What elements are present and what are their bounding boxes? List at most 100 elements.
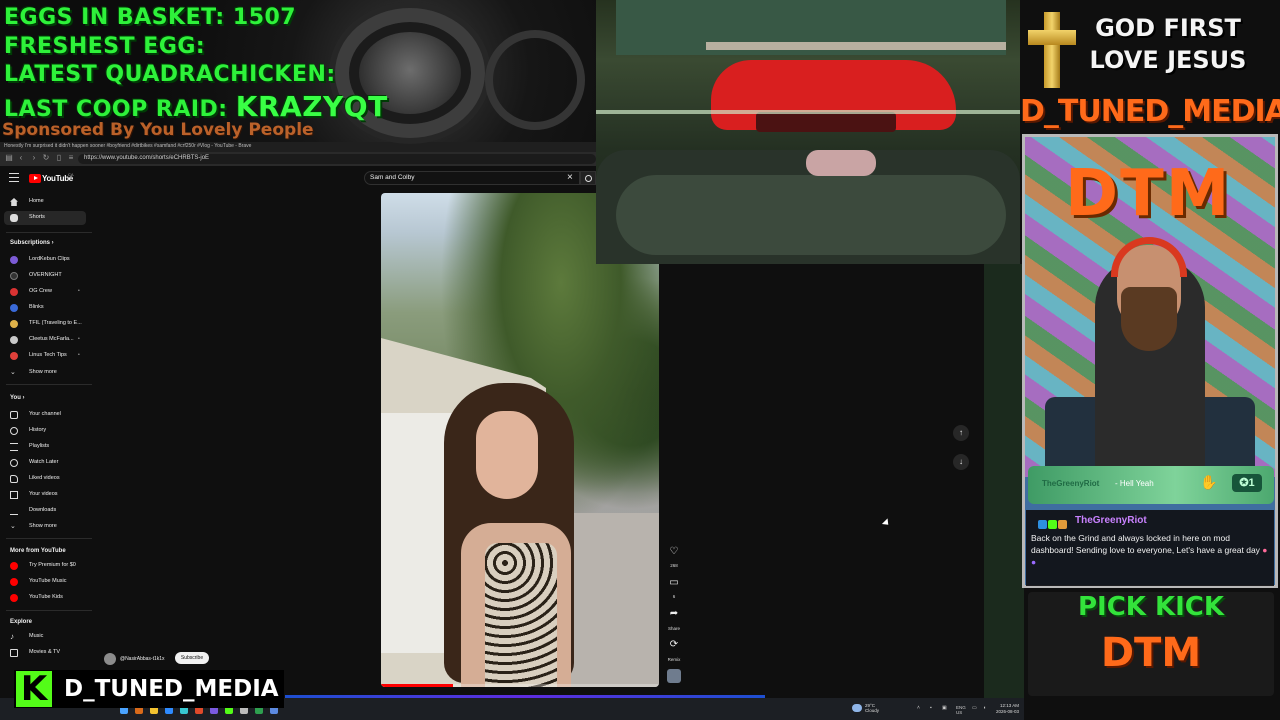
youtube-premium-icon: [10, 562, 18, 570]
sidebar-item-music-explore[interactable]: ♪ Music: [0, 630, 92, 644]
previous-short-button[interactable]: ↑: [953, 425, 969, 441]
sidebar-item-music[interactable]: YouTube Music: [0, 575, 92, 589]
led-strip: [596, 110, 1020, 114]
reload-icon[interactable]: ↻: [41, 153, 51, 162]
last-coop-raid: LAST COOP RAID: KRAZYQT: [4, 90, 388, 123]
pick-kick-text: PICK KICK: [1077, 592, 1225, 622]
sidebar-item-label: Music: [29, 633, 44, 639]
volume-icon[interactable]: ◖: [983, 705, 986, 711]
sidebar-item-label: Blinks: [29, 304, 44, 310]
subscriptions-show-more[interactable]: ⌄ Show more: [0, 366, 92, 380]
subscribe-button[interactable]: Subscribe: [175, 652, 209, 664]
sidebar-item-subscription[interactable]: LordKebun Clips: [0, 253, 92, 267]
share-icon[interactable]: ➦: [668, 608, 680, 620]
network-icon[interactable]: ▭: [972, 705, 977, 711]
sidebar-toggle-icon[interactable]: ▤: [4, 153, 14, 162]
bookmark-icon[interactable]: ▯: [54, 153, 64, 162]
channel-avatar: [10, 352, 18, 360]
remix-label: Remix: [667, 657, 681, 662]
you-header[interactable]: You ›: [10, 395, 25, 401]
alert-username: TheGreenyRiot: [1042, 479, 1100, 488]
sidebar-item-subscription[interactable]: Blinks: [0, 301, 92, 315]
channel-name[interactable]: @NasirAbbas-t1k1x: [120, 656, 165, 662]
sidebar-item-label: Your channel: [29, 411, 61, 417]
chevron-down-icon: ⌄: [10, 369, 16, 376]
comment-count: 6: [672, 594, 676, 599]
sidebar-item-your-channel[interactable]: Your channel: [0, 408, 92, 422]
url-text[interactable]: https://www.youtube.com/shorts/eCHRBTS-j…: [84, 155, 209, 161]
menu-icon[interactable]: [9, 173, 19, 182]
sidebar-item-label: Movies & TV: [29, 649, 61, 655]
back-icon[interactable]: ‹: [16, 153, 26, 162]
video-progress-bar[interactable]: [381, 684, 659, 687]
sound-avatar[interactable]: [667, 669, 681, 683]
webcam-sign: DTM: [1065, 157, 1232, 231]
speaker-graphic: [485, 30, 585, 130]
tray-app-icon[interactable]: ▪: [930, 705, 932, 711]
sidebar-item-playlists[interactable]: Playlists: [0, 440, 92, 454]
sidebar-item-history[interactable]: History: [0, 424, 92, 438]
sidebar-item-shorts[interactable]: Shorts: [4, 211, 86, 225]
like-icon[interactable]: ♡: [668, 546, 680, 558]
sidebar-item-subscription[interactable]: TFIL (Traveling to E...: [0, 317, 92, 331]
sidebar-item-watch-later[interactable]: Watch Later: [0, 456, 92, 470]
sidebar-item-label: Show more: [29, 369, 57, 375]
search-query[interactable]: Sam and Colby: [370, 174, 414, 181]
chat-message: Back on the Grind and always locked in h…: [1031, 533, 1268, 567]
sidebar-item-label: YouTube Kids: [29, 594, 63, 600]
language-indicator[interactable]: ENG US: [956, 705, 966, 715]
film-icon: [10, 649, 18, 657]
like-count: 268: [670, 563, 678, 568]
weather-widget[interactable]: 29°C Cloudy: [865, 703, 879, 713]
sidebar-item-subscription[interactable]: OVERNIGHT: [0, 269, 92, 283]
playlist-icon: [10, 443, 18, 451]
sidebar-item-downloads[interactable]: Downloads: [0, 504, 92, 518]
next-short-button[interactable]: ↓: [953, 454, 969, 470]
room-shelf-board: [706, 42, 1006, 50]
taskbar-glow: [285, 695, 765, 698]
sidebar-item-subscription[interactable]: Cleetus McFarla... •: [0, 333, 92, 347]
browser-tab-title[interactable]: Honestly I'm surprised it didn't happen …: [4, 143, 251, 149]
latest-quadrachicken: LATEST QUADRACHICKEN:: [4, 62, 336, 87]
explore-header: Explore: [10, 619, 33, 625]
verified-badge-icon: [1048, 520, 1057, 529]
new-content-dot: •: [78, 288, 80, 294]
tray-app-icon[interactable]: ▣: [942, 705, 947, 711]
more-from-youtube-header: More from YouTube: [10, 548, 66, 554]
channel-icon: [10, 411, 18, 419]
tray-chevron-icon[interactable]: ˄: [917, 705, 920, 711]
sidebar-item-premium[interactable]: Try Premium for $0: [0, 559, 92, 573]
alert-message: - Hell Yeah: [1115, 479, 1154, 488]
sidebar-item-kids[interactable]: YouTube Kids: [0, 591, 92, 605]
sidebar-item-label: Downloads: [29, 507, 57, 513]
video-frame-person-face: [476, 411, 538, 499]
subscriptions-header[interactable]: Subscriptions ›: [10, 240, 54, 246]
sidebar-item-home[interactable]: Home: [0, 195, 92, 209]
sidebar-item-label: OG Crew: [29, 288, 52, 294]
remix-icon[interactable]: ⟳: [668, 639, 680, 651]
youtube-kids-icon: [10, 594, 18, 602]
weather-icon[interactable]: [852, 704, 862, 712]
you-show-more[interactable]: ⌄ Show more: [0, 520, 92, 534]
blanket: [616, 175, 1006, 255]
site-settings-icon[interactable]: ≡: [66, 153, 76, 162]
sidebar-item-subscription[interactable]: Linus Tech Tips •: [0, 349, 92, 363]
sidebar-item-your-videos[interactable]: Your videos: [0, 488, 92, 502]
channel-avatar[interactable]: [104, 653, 116, 665]
youtube-logo-icon[interactable]: [29, 174, 41, 183]
chat-username: TheGreenyRiot: [1075, 515, 1147, 526]
streamer-beard: [1121, 287, 1177, 351]
sidebar-item-movies[interactable]: Movies & TV: [0, 646, 92, 660]
taskbar-clock[interactable]: 12:13 AM 2026-08-03: [996, 703, 1019, 714]
forward-icon[interactable]: ›: [29, 153, 39, 162]
sidebar-item-liked-videos[interactable]: Liked videos: [0, 472, 92, 486]
comment-icon[interactable]: ▭: [668, 577, 680, 589]
brand-title: D_TUNED_MEDIA: [1020, 94, 1280, 129]
sidebar-item-subscription[interactable]: OG Crew •: [0, 285, 92, 299]
clear-search-icon[interactable]: ×: [567, 172, 573, 184]
short-video-player[interactable]: [381, 193, 659, 687]
channel-avatar: [10, 336, 18, 344]
love-jesus-text: LOVE JESUS: [1089, 46, 1247, 74]
search-button[interactable]: [580, 171, 596, 185]
cross-icon: [1044, 12, 1060, 88]
